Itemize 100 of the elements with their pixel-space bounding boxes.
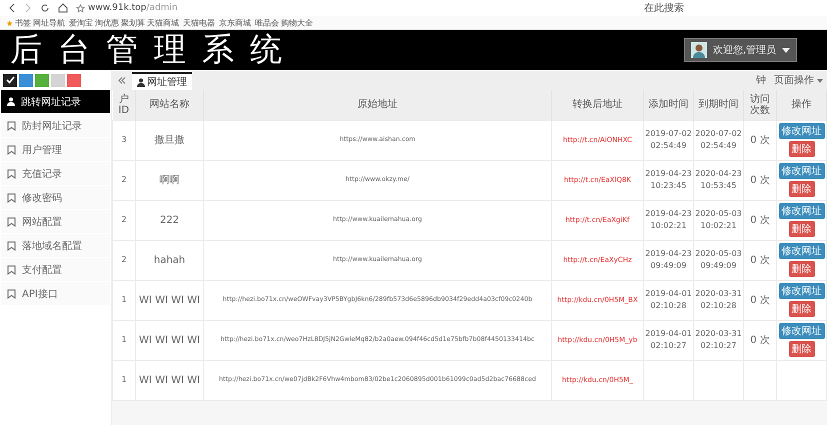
delete-button[interactable]: 删除 [788, 261, 814, 277]
table-cell: 0 次 [744, 280, 776, 320]
page-actions-menu[interactable]: 页面操作 [774, 73, 823, 87]
column-header: 添加时间 [644, 90, 694, 120]
column-header: 原始地址 [204, 90, 552, 120]
table-cell: 2 [112, 200, 136, 240]
bookmark-link[interactable]: 聚划算 [121, 16, 145, 28]
column-header: 转换后地址 [552, 90, 644, 120]
sidebar-item[interactable]: 支付配置 [1, 258, 110, 281]
table-cell: 1 [112, 320, 136, 360]
table-cell: 2 [112, 160, 136, 200]
table-cell: 2020-05-03 09:49:09 [694, 240, 744, 280]
user-icon [137, 78, 145, 86]
sidebar-item[interactable]: 落地域名配置 [1, 234, 110, 257]
bookmark-icon [7, 216, 16, 226]
table-cell: 2 [112, 240, 136, 280]
table-cell: 0 次 [744, 200, 776, 240]
bookmark-link[interactable]: 天猫电器 [183, 16, 215, 28]
tab[interactable]: 网址管理 [132, 72, 192, 90]
bookmark-icon [7, 120, 16, 130]
table-cell: WI WI WI WI [136, 280, 204, 320]
home-icon[interactable] [58, 3, 68, 13]
search-field[interactable]: 在此搜索 [644, 1, 684, 15]
bookmark-link[interactable]: 爱淘宝 [69, 16, 93, 28]
theme-swatch[interactable] [19, 74, 33, 86]
bookmark-icon [7, 168, 16, 178]
column-header: 到期时间 [694, 90, 744, 120]
bookmark-icon [7, 288, 16, 298]
bookmark-icon [7, 192, 16, 202]
column-header: 网站名称 [136, 90, 204, 120]
sidebar-item[interactable]: 跳转网址记录 [1, 90, 110, 113]
user-icon [7, 97, 15, 106]
table-cell: 1 [112, 280, 136, 320]
theme-swatch[interactable] [67, 74, 81, 86]
bookmark-link[interactable]: 书签 [6, 16, 31, 28]
sidebar-item[interactable]: 充值记录 [1, 162, 110, 185]
theme-swatch[interactable] [51, 74, 65, 86]
table-cell: 2019-04-23 10:23:45 [644, 160, 694, 200]
collapse-icon[interactable] [118, 76, 126, 84]
bookmark-link[interactable]: 天猫商城 [147, 16, 179, 28]
edit-button[interactable]: 修改网址 [778, 283, 824, 299]
table-cell: 222 [136, 200, 204, 240]
bookmark-link[interactable]: 唯品会 [255, 16, 279, 28]
delete-button[interactable]: 删除 [788, 181, 814, 197]
sidebar-item[interactable]: 网站配置 [1, 210, 110, 233]
bookmark-icon [7, 144, 16, 154]
table-cell: 0 次 [744, 120, 776, 160]
bookmark-icon [7, 240, 16, 250]
table-cell: 1 [112, 360, 136, 400]
edit-button[interactable]: 修改网址 [778, 203, 824, 219]
app-title: 后台管理系统 [10, 29, 298, 70]
column-header: 访问次数 [744, 90, 776, 120]
forward-icon[interactable] [24, 3, 32, 13]
theme-swatch[interactable] [3, 74, 17, 86]
table-cell: WI WI WI WI [136, 320, 204, 360]
avatar-icon [690, 42, 707, 58]
table-cell: hahah [136, 240, 204, 280]
bookmark-link[interactable]: 购物大全 [281, 16, 313, 28]
back-icon[interactable] [8, 3, 16, 13]
table-cell: 2019-04-23 09:49:09 [644, 240, 694, 280]
edit-button[interactable]: 修改网址 [778, 123, 824, 139]
caret-icon [817, 79, 823, 83]
bookmark-link[interactable]: 京东商城 [219, 16, 251, 28]
toolbar-button[interactable]: 钟 [756, 73, 766, 87]
sidebar-item[interactable]: 修改密码 [1, 186, 110, 209]
table-cell: 0 次 [744, 240, 776, 280]
table-cell: 2020-03-31 02:10:28 [694, 280, 744, 320]
bookmark-link[interactable]: 淘优惠 [95, 16, 119, 28]
delete-button[interactable]: 删除 [788, 301, 814, 317]
theme-swatch[interactable] [35, 74, 49, 86]
table-cell: 2019-04-01 02:10:28 [644, 280, 694, 320]
table-cell: 2020-05-03 10:02:21 [694, 200, 744, 240]
column-header: 操作 [776, 90, 826, 120]
address-field[interactable]: www.91k.top/admin [88, 3, 178, 13]
column-header: 户ID [112, 90, 136, 120]
table-cell: 撒旦撒 [136, 120, 204, 160]
reload-icon[interactable] [40, 3, 50, 13]
sidebar-item[interactable]: API接口 [1, 282, 110, 305]
sidebar-item[interactable]: 防封网址记录 [1, 114, 110, 137]
table-cell: 2020-04-23 10:53:45 [694, 160, 744, 200]
delete-button[interactable]: 删除 [788, 341, 814, 357]
sidebar-item[interactable]: 用户管理 [1, 138, 110, 161]
edit-button[interactable]: 修改网址 [778, 323, 824, 339]
table-cell: 啊啊 [136, 160, 204, 200]
delete-button[interactable]: 删除 [788, 221, 814, 237]
delete-button[interactable]: 删除 [788, 141, 814, 157]
star-icon[interactable] [76, 4, 85, 12]
bookmark-icon [7, 264, 16, 274]
star-icon [6, 18, 14, 26]
table-cell: 2019-07-02 02:54:49 [644, 120, 694, 160]
caret-icon [782, 48, 790, 52]
table-cell: 3 [112, 120, 136, 160]
user-menu[interactable]: 欢迎您,管理员 [684, 38, 797, 62]
edit-button[interactable]: 修改网址 [778, 243, 824, 259]
bookmark-link[interactable]: 网址导航 [33, 16, 65, 28]
edit-button[interactable]: 修改网址 [778, 163, 824, 179]
table-cell: 2020-03-31 02:10:27 [694, 320, 744, 360]
table-cell: 2019-04-01 02:10:27 [644, 320, 694, 360]
table-cell: 0 次 [744, 160, 776, 200]
table-cell: 2019-04-23 10:02:21 [644, 200, 694, 240]
